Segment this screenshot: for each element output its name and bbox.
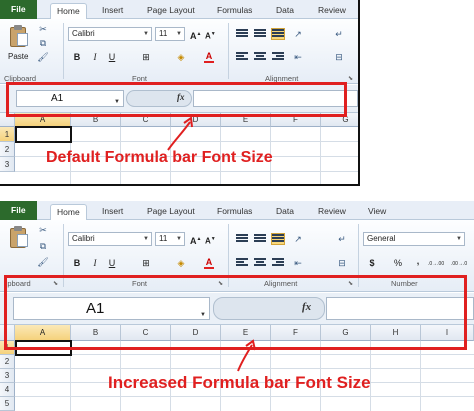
caption-default: Default Formula bar Font Size <box>46 149 273 166</box>
excel-window-default: File Home Insert Page Layout Formulas Da… <box>0 0 360 186</box>
excel-window-increased: File Home Insert Page Layout Formulas Da… <box>0 201 474 411</box>
caption-increased: Increased Formula bar Font Size <box>108 373 371 392</box>
